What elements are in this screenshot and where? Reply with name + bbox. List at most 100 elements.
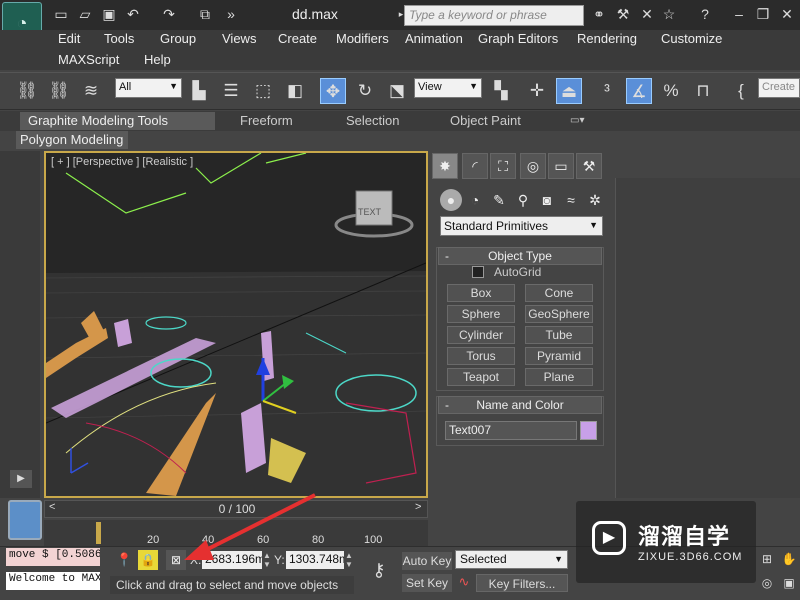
- search-input[interactable]: Type a keyword or phrase: [404, 5, 584, 26]
- maxscript-listener-input[interactable]: move $ [0.5086: [6, 548, 100, 566]
- menu-tools[interactable]: Tools: [104, 31, 134, 46]
- object-name-input[interactable]: Text007: [445, 421, 577, 440]
- link-icon[interactable]: ⛓: [14, 78, 40, 104]
- menu-graph-editors[interactable]: Graph Editors: [478, 31, 558, 46]
- open-file-icon[interactable]: ▱: [76, 5, 94, 23]
- set-key-button[interactable]: Set Key: [402, 574, 452, 592]
- utilities-tab-icon[interactable]: ⚒: [576, 153, 602, 179]
- tab-object-paint[interactable]: Object Paint: [442, 112, 529, 130]
- tab-graphite-modeling-tools[interactable]: Graphite Modeling Tools: [20, 112, 215, 130]
- save-icon[interactable]: ▣: [100, 5, 118, 23]
- y-spinner-icon[interactable]: ▲ ▼: [345, 551, 353, 569]
- key-icon[interactable]: ⚷: [362, 560, 396, 582]
- tab-freeform[interactable]: Freeform: [232, 112, 301, 130]
- redo-icon[interactable]: ↷: [160, 5, 178, 23]
- cameras-icon[interactable]: ⚲: [512, 189, 534, 211]
- binoculars-icon[interactable]: ⚭: [590, 5, 608, 23]
- menu-group[interactable]: Group: [160, 31, 196, 46]
- menu-rendering[interactable]: Rendering: [577, 31, 637, 46]
- manipulate-icon[interactable]: ✛: [524, 78, 550, 104]
- bind-space-warp-icon[interactable]: ≋: [78, 78, 104, 104]
- shapes-icon[interactable]: ◔: [464, 189, 486, 211]
- selection-lock-toggle[interactable]: 🔒: [138, 550, 158, 570]
- tools-icon[interactable]: ⚒: [614, 5, 632, 23]
- menu-edit[interactable]: Edit: [58, 31, 80, 46]
- systems-icon[interactable]: ✲: [584, 189, 606, 211]
- select-object-icon[interactable]: ▙: [186, 78, 212, 104]
- box-button[interactable]: Box: [447, 284, 515, 302]
- auto-key-button[interactable]: Auto Key: [402, 552, 452, 570]
- pivot-center-icon[interactable]: ▚: [488, 78, 514, 104]
- cylinder-button[interactable]: Cylinder: [447, 326, 515, 344]
- minimize-icon[interactable]: –: [730, 5, 748, 23]
- maximize-viewport-icon[interactable]: ▣: [780, 576, 798, 594]
- angle-snap-icon[interactable]: ∡: [626, 78, 652, 104]
- lights-icon[interactable]: ✎: [488, 189, 510, 211]
- named-selection-input[interactable]: Create: [758, 78, 800, 98]
- time-next-button[interactable]: >: [415, 501, 421, 513]
- motion-tab-icon[interactable]: ◎: [520, 153, 546, 179]
- menu-customize[interactable]: Customize: [661, 31, 722, 46]
- pyramid-button[interactable]: Pyramid: [525, 347, 593, 365]
- favorites-icon[interactable]: ☆: [660, 5, 678, 23]
- object-color-swatch[interactable]: [580, 421, 597, 440]
- pan-icon[interactable]: ✋: [780, 552, 798, 570]
- menu-views[interactable]: Views: [222, 31, 256, 46]
- object-type-header[interactable]: - Object Type: [438, 247, 602, 265]
- pin-icon[interactable]: 📍: [116, 550, 132, 570]
- unlink-icon[interactable]: ⛓: [46, 78, 72, 104]
- tube-button[interactable]: Tube: [525, 326, 593, 344]
- expand-sidebar-icon[interactable]: ▶: [10, 470, 32, 488]
- display-tab-icon[interactable]: ▭: [548, 153, 574, 179]
- ribbon-options-icon[interactable]: ▭▾: [562, 112, 592, 130]
- menu-animation[interactable]: Animation: [405, 31, 463, 46]
- select-and-rotate-icon[interactable]: ↻: [352, 78, 378, 104]
- exchange-icon[interactable]: ✕: [638, 5, 656, 23]
- key-filters-button[interactable]: Key Filters...: [476, 574, 568, 592]
- menu-help[interactable]: Help: [144, 52, 171, 67]
- plane-button[interactable]: Plane: [525, 368, 593, 386]
- project-folder-icon[interactable]: ⧉: [196, 5, 214, 23]
- select-and-move-icon[interactable]: ✥: [320, 78, 346, 104]
- teapot-button[interactable]: Teapot: [447, 368, 515, 386]
- selection-filter-select[interactable]: All ▼: [115, 78, 182, 98]
- space-warps-icon[interactable]: ≈: [560, 189, 582, 211]
- cone-button[interactable]: Cone: [525, 284, 593, 302]
- hierarchy-tab-icon[interactable]: ⛶: [490, 153, 516, 179]
- maxscript-listener-output[interactable]: Welcome to MAX: [6, 572, 100, 590]
- geosphere-button[interactable]: GeoSphere: [525, 305, 593, 323]
- edit-named-selection-icon[interactable]: {: [728, 78, 754, 104]
- torus-button[interactable]: Torus: [447, 347, 515, 365]
- new-file-icon[interactable]: ▭: [52, 5, 70, 23]
- menu-modifiers[interactable]: Modifiers: [336, 31, 389, 46]
- menu-maxscript[interactable]: MAXScript: [58, 52, 119, 67]
- menu-create[interactable]: Create: [278, 31, 317, 46]
- keyboard-shortcut-override-icon[interactable]: ⏏: [556, 78, 582, 104]
- zoom-extents-icon[interactable]: ⊞: [758, 552, 776, 570]
- geometry-icon[interactable]: ●: [440, 189, 462, 211]
- modify-tab-icon[interactable]: ◜: [462, 153, 488, 179]
- polygon-modeling-panel[interactable]: Polygon Modeling: [16, 131, 128, 149]
- orbit-icon[interactable]: ◎: [758, 576, 776, 594]
- helpers-icon[interactable]: ◙: [536, 189, 558, 211]
- create-tab-icon[interactable]: ✸: [432, 153, 458, 179]
- autogrid-checkbox[interactable]: [472, 266, 484, 278]
- restore-icon[interactable]: ❐: [754, 5, 772, 23]
- snaps-toggle-icon[interactable]: ³: [594, 78, 620, 104]
- reference-coord-select[interactable]: View ▼: [414, 78, 482, 98]
- rectangular-selection-icon[interactable]: ⬚: [250, 78, 276, 104]
- percent-snap-icon[interactable]: %: [658, 78, 684, 104]
- select-and-scale-icon[interactable]: ⬔: [384, 78, 410, 104]
- window-crossing-icon[interactable]: ◧: [282, 78, 308, 104]
- name-color-header[interactable]: - Name and Color: [438, 396, 602, 414]
- mini-viewport-icon[interactable]: [8, 500, 42, 540]
- more-icon[interactable]: »: [222, 5, 240, 23]
- tab-selection[interactable]: Selection: [338, 112, 407, 130]
- help-icon[interactable]: ?: [696, 5, 714, 23]
- select-by-name-icon[interactable]: ☰: [218, 78, 244, 104]
- viewport-label[interactable]: [ + ] [Perspective ] [Realistic ]: [51, 156, 193, 168]
- current-frame-marker[interactable]: [96, 522, 101, 544]
- sphere-button[interactable]: Sphere: [447, 305, 515, 323]
- undo-icon[interactable]: ↶: [124, 5, 142, 23]
- close-icon[interactable]: ✕: [778, 5, 796, 23]
